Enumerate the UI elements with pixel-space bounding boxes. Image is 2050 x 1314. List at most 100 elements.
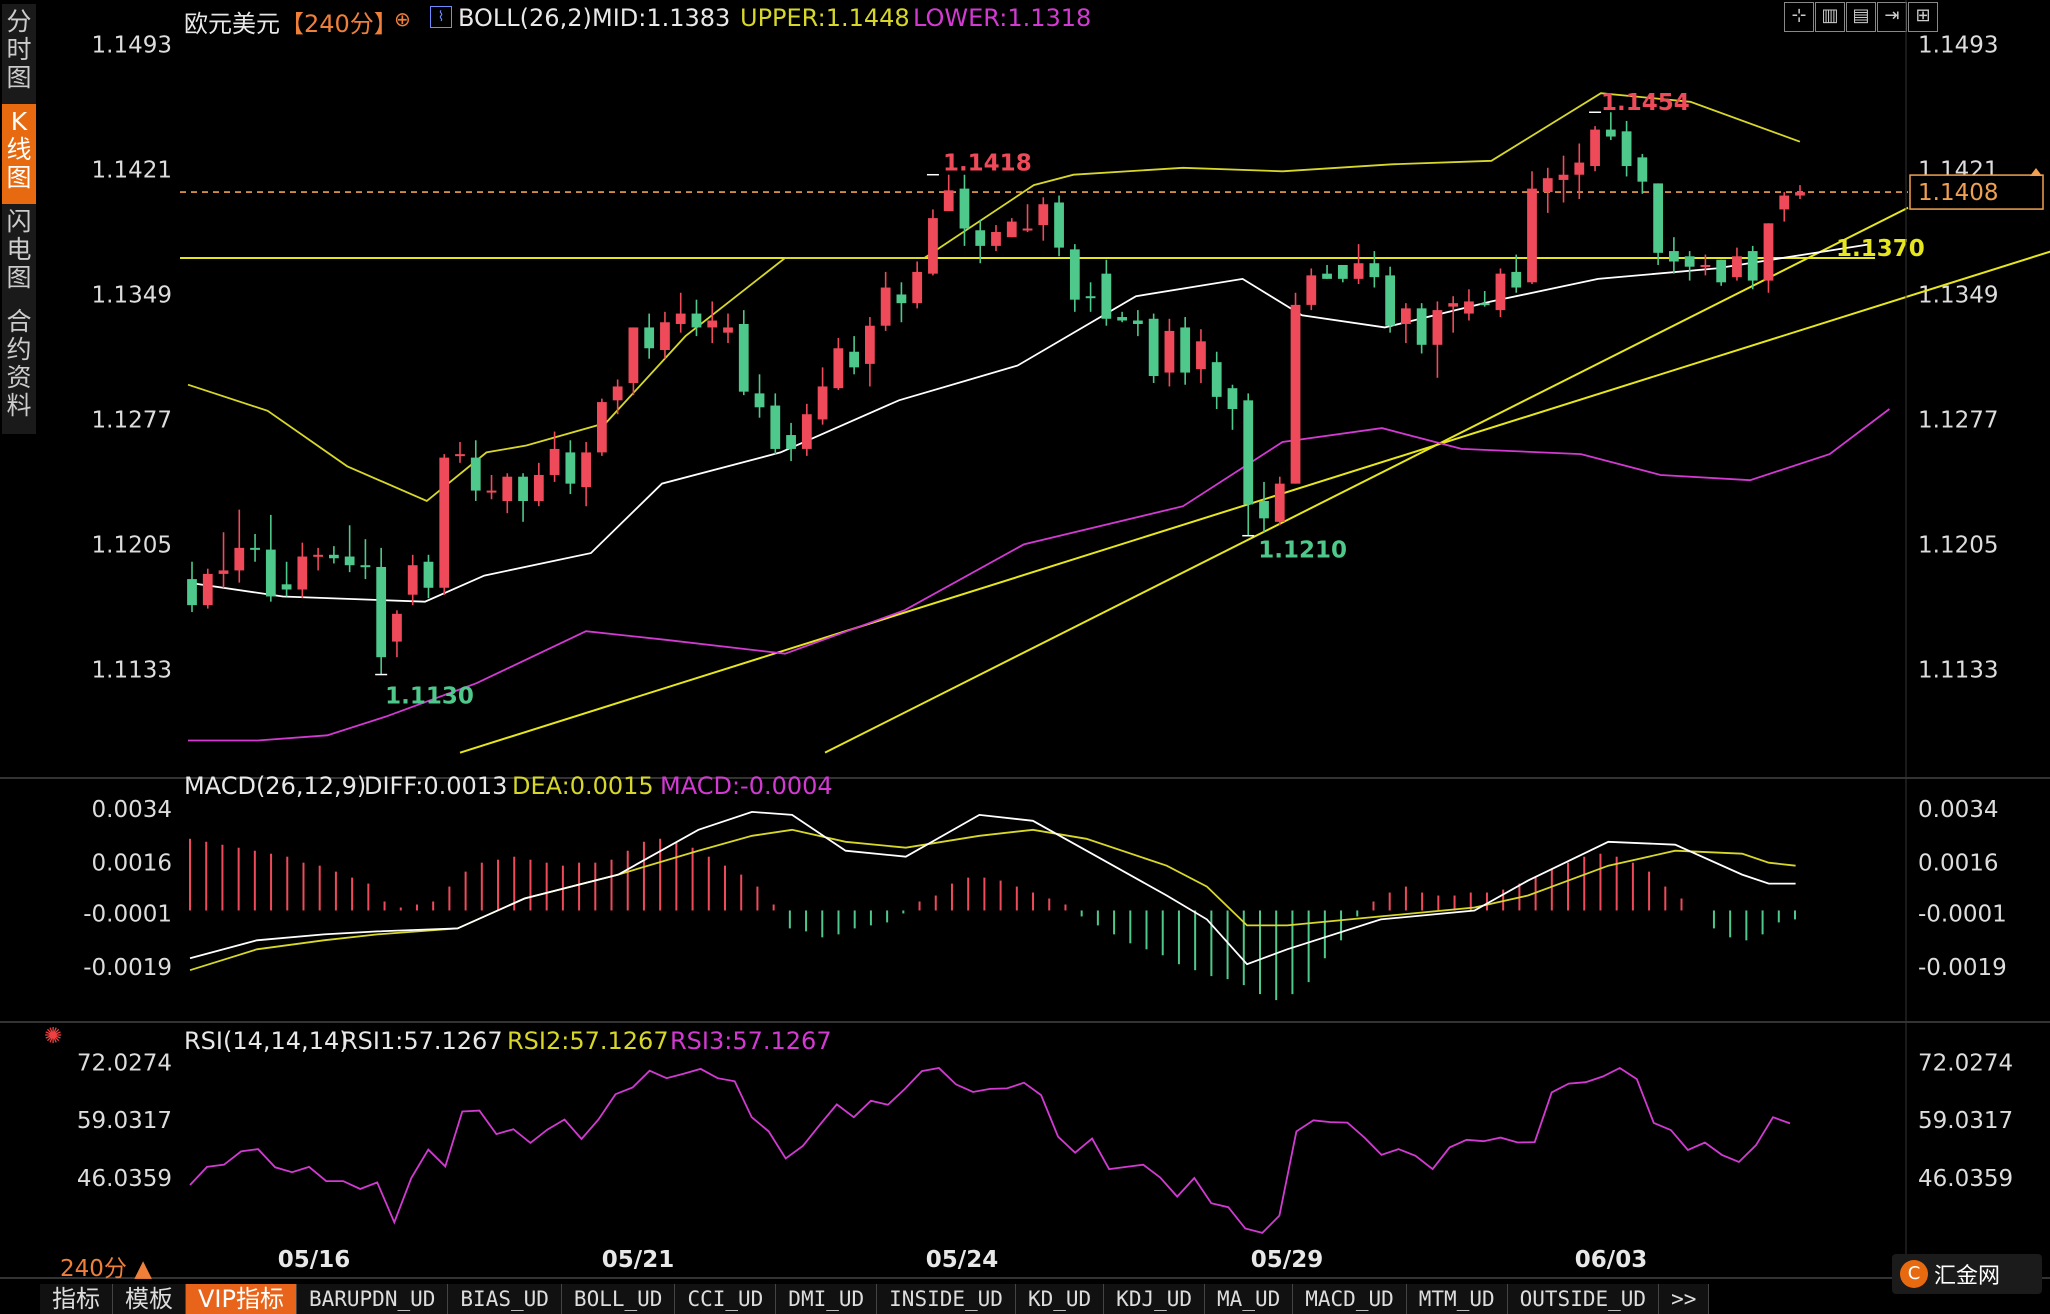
- price-tick-left: 1.1133: [92, 657, 172, 683]
- candle-body: [565, 452, 576, 484]
- candle: [407, 554, 418, 606]
- indicator-tab-1[interactable]: 模板: [113, 1284, 186, 1314]
- candle-body: [1069, 249, 1080, 300]
- candle: [187, 561, 197, 613]
- candle-body: [265, 549, 276, 597]
- indicator-tab-5[interactable]: BOLL_UD: [561, 1284, 676, 1314]
- candle: [1747, 245, 1758, 290]
- indicator-tab-11[interactable]: MA_UD: [1205, 1284, 1294, 1314]
- candle: [1558, 155, 1569, 203]
- candle-body: [912, 271, 923, 304]
- candle-body: [1495, 273, 1506, 311]
- indicator-tab-9[interactable]: KD_UD: [1015, 1284, 1105, 1314]
- rsi-tick-left: 72.0274: [77, 1051, 172, 1077]
- candle-body: [202, 573, 213, 606]
- support-label: 1.1370: [1836, 236, 1925, 262]
- candle: [1085, 282, 1096, 312]
- candle: [754, 374, 765, 418]
- candle: [1211, 351, 1222, 410]
- candle: [1779, 192, 1790, 222]
- candle-body: [1101, 273, 1112, 319]
- candle: [1653, 183, 1664, 265]
- rsi-line: [189, 1066, 1791, 1234]
- candle-body: [738, 323, 749, 392]
- candle-body: [1369, 263, 1380, 278]
- indicator-tab-13[interactable]: MTM_UD: [1406, 1284, 1508, 1314]
- candle: [1337, 264, 1348, 283]
- macd-dea-line: [189, 828, 1796, 972]
- x-date-label: 05/21: [602, 1247, 674, 1273]
- candle: [1574, 143, 1585, 200]
- candle: [1732, 247, 1742, 281]
- indicator-tab-14[interactable]: OUTSIDE_UD: [1507, 1284, 1660, 1314]
- candle: [1605, 112, 1616, 141]
- macd-tick-left: -0.0019: [83, 955, 172, 981]
- candle-body: [1558, 174, 1569, 180]
- candle-body: [250, 547, 260, 550]
- candle: [1590, 126, 1600, 172]
- indicator-tab-12[interactable]: MACD_UD: [1293, 1284, 1407, 1314]
- price-tick-right: 1.1205: [1918, 532, 1998, 558]
- macd-tick-right: -0.0001: [1918, 901, 2007, 927]
- candle: [896, 282, 907, 323]
- candle: [1795, 185, 1805, 200]
- rsi3-value: RSI3:57.1267: [670, 1027, 832, 1055]
- candle-body: [1148, 318, 1159, 377]
- candle-body: [1353, 263, 1364, 279]
- candle-body: [1747, 251, 1758, 281]
- indicator-tab-10[interactable]: KDJ_UD: [1104, 1284, 1206, 1314]
- candle: [1054, 195, 1064, 257]
- x-date-label: 06/03: [1575, 1247, 1647, 1273]
- macd-diff: DIFF:0.0013: [364, 772, 508, 800]
- candle: [328, 546, 339, 564]
- candle-body: [549, 448, 560, 475]
- chart-canvas[interactable]: 1.1493 1.14931.1421 1.14211.1349 1.13491.12…: [0, 0, 2050, 1314]
- indicator-tab-8[interactable]: INSIDE_UD: [877, 1284, 1016, 1314]
- candle-body: [1211, 362, 1222, 397]
- candle-body: [660, 322, 670, 351]
- candle-body: [612, 386, 623, 401]
- candle: [770, 393, 781, 455]
- candle-body: [1085, 296, 1096, 299]
- candle-body: [1400, 308, 1411, 324]
- candle-body: [770, 405, 781, 449]
- current-price-label: 1.1408: [1918, 180, 1998, 206]
- indicator-tab-0[interactable]: 指标: [40, 1284, 113, 1314]
- price-arrow-icon: [2030, 168, 2042, 176]
- candle: [991, 225, 1001, 252]
- rsi-settings-icon[interactable]: ✺: [44, 1024, 62, 1049]
- indicator-tab-15[interactable]: >>: [1659, 1284, 1710, 1314]
- candle-body: [1006, 221, 1017, 238]
- rsi2-value: RSI2:57.1267: [507, 1027, 669, 1055]
- candle-body: [502, 476, 513, 501]
- indicator-tab-6[interactable]: CCI_UD: [675, 1284, 777, 1314]
- indicator-tab-7[interactable]: DMI_UD: [776, 1284, 878, 1314]
- price-tick-right: 1.1277: [1918, 407, 1998, 433]
- candle: [1668, 237, 1679, 274]
- site-logo: C 汇金网: [1892, 1254, 2042, 1294]
- price-tick-left: 1.1493: [92, 33, 172, 59]
- candle: [250, 533, 260, 562]
- candle-body: [1653, 183, 1664, 253]
- indicator-tab-4[interactable]: BIAS_UD: [448, 1284, 562, 1314]
- candle-body: [959, 188, 970, 229]
- candle: [265, 514, 276, 602]
- candle-body: [1432, 310, 1443, 345]
- candle-body: [470, 457, 481, 491]
- candle-body: [1732, 256, 1742, 278]
- candle: [707, 301, 718, 344]
- candle: [1637, 153, 1648, 194]
- candle-body: [218, 570, 229, 574]
- candle: [486, 474, 497, 500]
- period-selector[interactable]: 240分 ▲: [60, 1249, 152, 1283]
- candle: [612, 379, 623, 415]
- candle: [313, 547, 324, 571]
- indicator-tab-3[interactable]: BARUPDN_UD: [296, 1284, 449, 1314]
- candle: [1006, 218, 1017, 238]
- candle: [1069, 244, 1080, 312]
- rsi-tick-right: 59.0317: [1918, 1108, 2013, 1134]
- candle: [218, 532, 229, 588]
- candle: [1716, 259, 1727, 286]
- indicator-tab-2[interactable]: VIP指标: [186, 1284, 297, 1314]
- candle: [1479, 291, 1490, 307]
